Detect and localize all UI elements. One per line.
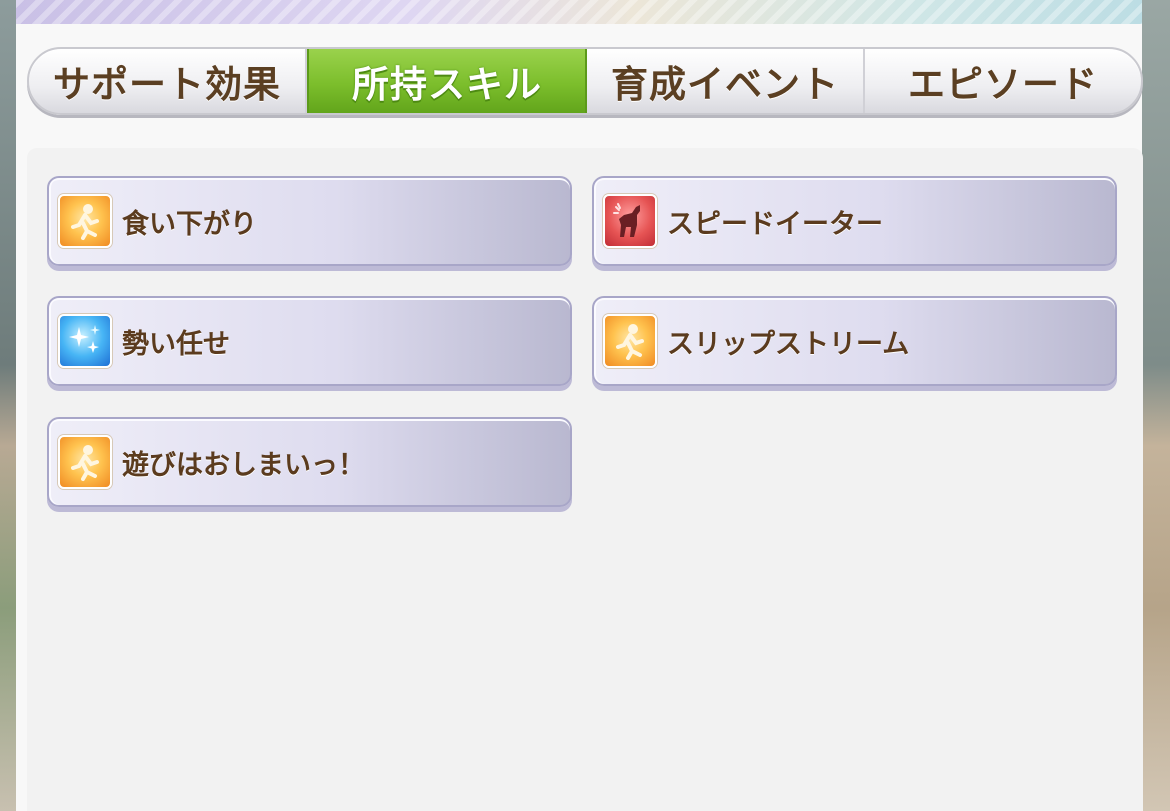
skill-name: 遊びはおしまいっ！ [122, 449, 365, 481]
horse-silhouette-icon [603, 194, 657, 248]
tab-support-effect[interactable]: サポート効果 [29, 49, 307, 113]
background-left-edge [0, 0, 16, 811]
skill-name: 食い下がり [122, 208, 257, 240]
running-figure-icon [58, 435, 112, 489]
skill-name: スリップストリーム [667, 328, 910, 360]
skill-item-kuisagari[interactable]: 食い下がり [47, 176, 572, 266]
background-right-edge [1142, 0, 1170, 811]
header-art-strip [16, 0, 1142, 24]
tab-episode[interactable]: エピソード [865, 49, 1141, 113]
running-figure-icon [603, 314, 657, 368]
tab-training-events[interactable]: 育成イベント [587, 49, 865, 113]
skill-item-speed-eater[interactable]: スピードイーター [592, 176, 1117, 266]
skill-name: 勢い任せ [122, 328, 230, 360]
skill-item-ikioimakase[interactable]: 勢い任せ [47, 296, 572, 386]
running-figure-icon [58, 194, 112, 248]
skill-item-slipstream[interactable]: スリップストリーム [592, 296, 1117, 386]
skill-name: スピードイーター [667, 208, 883, 240]
tab-bar: サポート効果 所持スキル 育成イベント エピソード [27, 47, 1143, 115]
skill-item-asobi-wa-oshimai[interactable]: 遊びはおしまいっ！ [47, 417, 572, 507]
sparkle-icon [58, 314, 112, 368]
tab-owned-skills[interactable]: 所持スキル [307, 49, 587, 113]
